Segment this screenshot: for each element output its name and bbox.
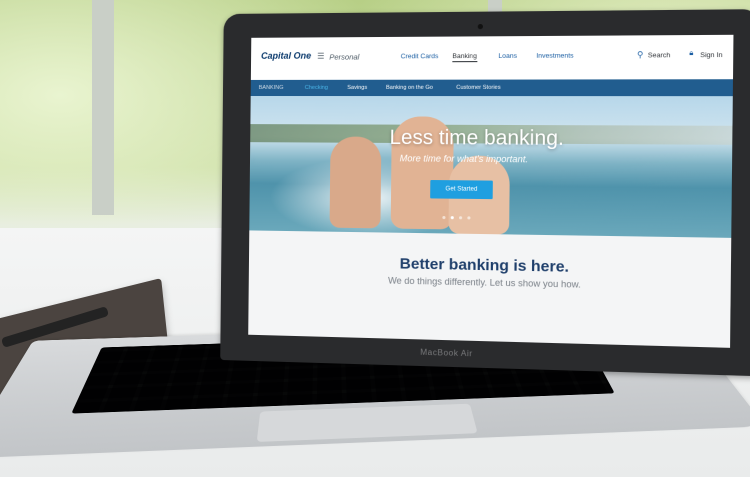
- trackpad: [256, 403, 478, 442]
- nav-loans[interactable]: Loans: [498, 53, 517, 60]
- browser-screen: Capital One ☰ Personal Credit Cards Bank…: [248, 34, 734, 348]
- carousel-dot[interactable]: [442, 215, 446, 220]
- model-label: MacBook Air: [420, 347, 473, 359]
- hero-title: Less time banking.: [389, 126, 565, 151]
- search-icon[interactable]: ⚲: [637, 50, 643, 59]
- carousel-dot[interactable]: [458, 216, 463, 220]
- subnav-checking[interactable]: Checking: [305, 85, 328, 91]
- sub-navigation: BANKING Checking Savings Banking on the …: [250, 79, 733, 97]
- personal-menu[interactable]: Personal: [329, 52, 359, 61]
- get-started-button[interactable]: Get Started: [430, 179, 493, 200]
- subnav-banking-on-the-go[interactable]: Banking on the Go: [386, 85, 433, 91]
- hero-photo-child: [329, 136, 382, 229]
- subnav-customer-stories[interactable]: Customer Stories: [456, 85, 501, 91]
- nav-banking[interactable]: Banking: [452, 52, 477, 63]
- brand-name: Capital One: [261, 50, 312, 61]
- carousel-dots: [442, 215, 471, 220]
- camera: [477, 24, 483, 30]
- menu-icon[interactable]: ☰: [317, 52, 324, 61]
- subnav-section-label: BANKING: [258, 84, 284, 91]
- subnav-savings[interactable]: Savings: [347, 85, 367, 91]
- laptop-lid: MacBook Air Capital One ☰ Personal Credi…: [220, 9, 750, 377]
- promo-section: Better banking is here. We do things dif…: [248, 230, 732, 348]
- search-link[interactable]: Search: [648, 52, 670, 59]
- nav-credit-cards[interactable]: Credit Cards: [401, 53, 439, 60]
- lock-icon[interactable]: 🔒︎: [689, 50, 693, 58]
- sign-in-link[interactable]: Sign In: [700, 52, 722, 59]
- hero-subtitle: More time for what's important.: [399, 153, 529, 165]
- brand-logo[interactable]: Capital One: [261, 51, 311, 61]
- nav-investments[interactable]: Investments: [536, 52, 573, 59]
- hero-banner: Less time banking. More time for what's …: [249, 96, 733, 238]
- top-navigation: Capital One ☰ Personal Credit Cards Bank…: [250, 34, 734, 80]
- window-frame: [92, 0, 114, 215]
- carousel-dot[interactable]: [467, 216, 471, 220]
- carousel-dot-active[interactable]: [450, 216, 454, 220]
